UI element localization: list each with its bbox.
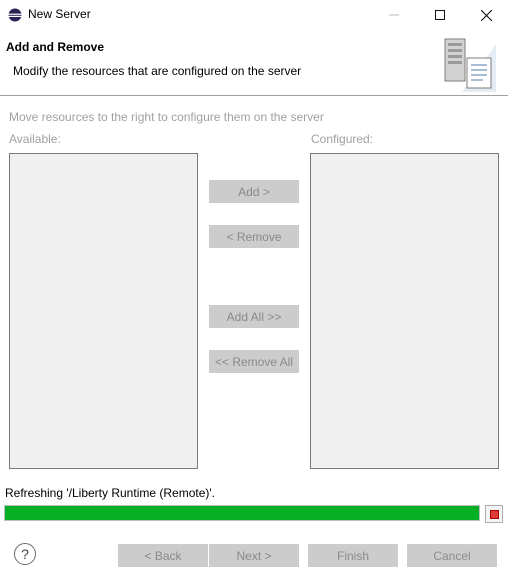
eclipse-icon <box>8 8 22 22</box>
status-text: Refreshing '/Liberty Runtime (Remote)'. <box>5 486 215 500</box>
stop-icon <box>489 509 499 519</box>
finish-button[interactable]: Finish <box>308 544 398 567</box>
configured-label: Configured: <box>311 132 374 146</box>
add-button[interactable]: Add > <box>209 180 299 203</box>
close-button[interactable] <box>463 0 508 30</box>
page-description: Modify the resources that are configured… <box>13 64 302 78</box>
help-icon: ? <box>21 546 29 562</box>
maximize-icon <box>435 10 445 20</box>
instructions-text: Move resources to the right to configure… <box>9 110 324 124</box>
page-title: Add and Remove <box>6 40 105 54</box>
remove-button[interactable]: < Remove <box>209 225 299 248</box>
stop-button[interactable] <box>485 505 503 523</box>
window-title: New Server <box>28 7 91 21</box>
cancel-button[interactable]: Cancel <box>407 544 497 567</box>
next-button[interactable]: Next > <box>209 544 299 567</box>
close-icon <box>480 9 492 21</box>
maximize-button[interactable] <box>417 0 463 30</box>
minimize-button[interactable] <box>371 0 417 30</box>
progress-bar <box>4 505 480 521</box>
back-button[interactable]: < Back <box>118 544 208 567</box>
available-list[interactable] <box>9 153 198 469</box>
configured-list[interactable] <box>310 153 499 469</box>
server-wizard-icon <box>444 38 496 92</box>
minimize-icon <box>389 14 399 16</box>
remove-all-button[interactable]: << Remove All <box>209 350 299 373</box>
add-all-button[interactable]: Add All >> <box>209 305 299 328</box>
available-label: Available: <box>9 132 61 146</box>
progress-fill <box>5 506 479 520</box>
help-button[interactable]: ? <box>14 543 36 565</box>
